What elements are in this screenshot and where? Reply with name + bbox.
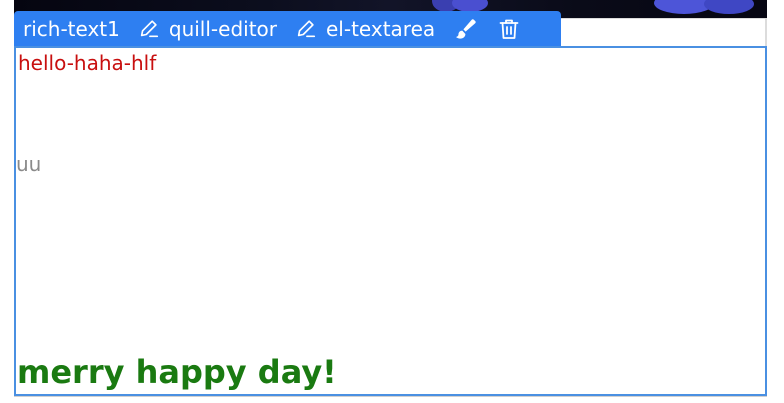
brush-icon[interactable] bbox=[453, 17, 477, 41]
component-name-text: rich-text1 bbox=[23, 16, 120, 41]
trash-icon[interactable] bbox=[497, 17, 521, 41]
editor-line: uu bbox=[16, 152, 42, 176]
frame-edge bbox=[560, 18, 767, 46]
quill-editor-button[interactable]: quill-editor bbox=[138, 17, 277, 41]
editor-line: hello-haha-hlf bbox=[18, 51, 157, 75]
pencil-icon bbox=[138, 18, 160, 40]
component-name-label[interactable]: rich-text1 bbox=[23, 17, 120, 41]
rich-text-editor[interactable]: hello-haha-hlf uu merry happy day! bbox=[14, 46, 767, 396]
editor-line: merry happy day! bbox=[17, 353, 337, 391]
el-textarea-button[interactable]: el-textarea bbox=[295, 17, 435, 41]
el-textarea-label: el-textarea bbox=[326, 16, 436, 41]
component-toolbar: rich-text1 quill-editor el-textarea bbox=[14, 11, 561, 46]
pencil-icon bbox=[295, 18, 317, 40]
quill-editor-label: quill-editor bbox=[168, 16, 277, 41]
